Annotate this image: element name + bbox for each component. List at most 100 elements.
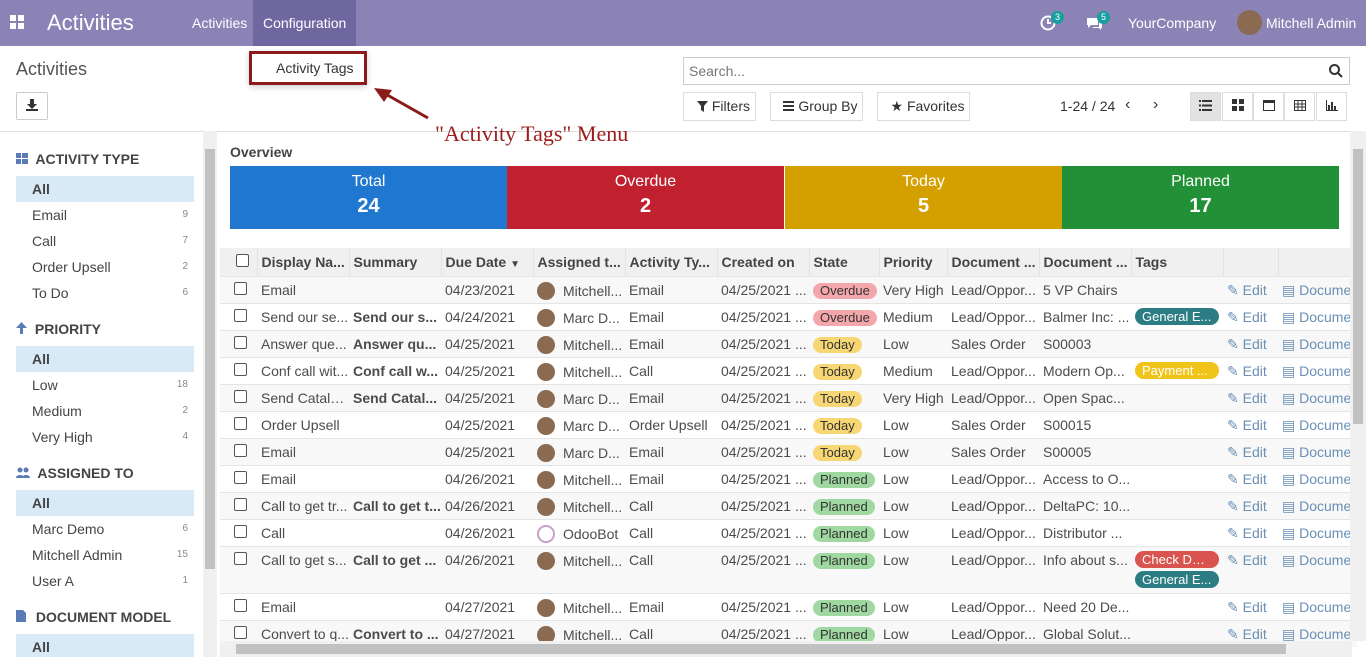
user-menu[interactable]: Mitchell Admin — [1266, 0, 1356, 46]
col-tags[interactable]: Tags — [1131, 248, 1224, 276]
col-assigned-to[interactable]: Assigned t... — [533, 248, 626, 276]
dropdown-item-activity-tags[interactable]: Activity Tags — [276, 60, 354, 76]
row-checkbox[interactable] — [220, 357, 257, 384]
edit-button[interactable]: ✎ Edit — [1223, 519, 1278, 546]
document-button[interactable]: ▤ Docume — [1278, 276, 1358, 303]
overview-planned-card[interactable]: Planned 17 — [1062, 166, 1339, 229]
table-row[interactable]: Order Upsell 04/25/2021 Marc D... Order Ups… — [220, 411, 1358, 438]
table-row[interactable]: Call to get tr... Call to get t... 04/26/2… — [220, 492, 1358, 519]
filter-assigned-marc-demo[interactable]: Marc Demo 6 — [16, 516, 194, 542]
filter-priority-very-high[interactable]: Very High 4 — [16, 424, 194, 450]
table-row[interactable]: Email 04/23/2021 Mitchell... Email 04/25/202… — [220, 276, 1358, 303]
document-button[interactable]: ▤ Docume — [1278, 492, 1358, 519]
document-button[interactable]: ▤ Docume — [1278, 546, 1358, 593]
edit-button[interactable]: ✎ Edit — [1223, 492, 1278, 519]
sidebar-scrollbar[interactable] — [203, 131, 217, 657]
list-view-icon[interactable] — [1190, 92, 1221, 121]
pager-previous-icon[interactable]: ‹ — [1125, 96, 1130, 114]
table-row[interactable]: Conf call wit... Conf call w... 04/25/2021… — [220, 357, 1358, 384]
pager-next-icon[interactable]: › — [1153, 96, 1158, 114]
filter-type-order-upsell[interactable]: Order Upsell 2 — [16, 254, 194, 280]
table-row[interactable]: Email 04/27/2021 Mitchell... Email 04/25/202… — [220, 593, 1358, 620]
search-input[interactable] — [684, 58, 1304, 84]
row-checkbox[interactable] — [220, 593, 257, 620]
pager-value[interactable]: 1-24 / 24 — [1060, 98, 1115, 114]
document-button[interactable]: ▤ Docume — [1278, 593, 1358, 620]
row-checkbox[interactable] — [220, 411, 257, 438]
col-document-model[interactable]: Document ... — [947, 248, 1040, 276]
menu-activities[interactable]: Activities — [182, 0, 257, 46]
filter-model-all[interactable]: All — [16, 634, 194, 657]
filter-type-all[interactable]: All — [16, 176, 194, 202]
edit-button[interactable]: ✎ Edit — [1223, 593, 1278, 620]
col-summary[interactable]: Summary — [349, 248, 442, 276]
edit-button[interactable]: ✎ Edit — [1223, 330, 1278, 357]
col-display-name[interactable]: Display Na... — [257, 248, 350, 276]
table-row[interactable]: Answer que... Answer qu... 04/25/2021 Mitch… — [220, 330, 1358, 357]
row-checkbox[interactable] — [220, 384, 257, 411]
row-checkbox[interactable] — [220, 330, 257, 357]
document-button[interactable]: ▤ Docume — [1278, 330, 1358, 357]
filter-type-to-do[interactable]: To Do 6 — [16, 280, 194, 306]
col-priority[interactable]: Priority — [879, 248, 948, 276]
groupby-button[interactable]: Group By — [770, 92, 863, 121]
edit-button[interactable]: ✎ Edit — [1223, 276, 1278, 303]
filter-assigned-mitchell-admin[interactable]: Mitchell Admin 15 — [16, 542, 194, 568]
document-button[interactable]: ▤ Docume — [1278, 438, 1358, 465]
apps-grid-icon[interactable] — [10, 15, 24, 29]
row-checkbox[interactable] — [220, 465, 257, 492]
table-row[interactable]: Call 04/26/2021 OdooBot Call 04/25/2021 ... P… — [220, 519, 1358, 546]
filters-button[interactable]: Filters — [683, 92, 756, 121]
edit-button[interactable]: ✎ Edit — [1223, 465, 1278, 492]
edit-button[interactable]: ✎ Edit — [1223, 303, 1278, 330]
col-activity-type[interactable]: Activity Ty... — [625, 248, 718, 276]
main-vertical-scrollbar[interactable] — [1350, 131, 1366, 641]
col-document-name[interactable]: Document ... — [1039, 248, 1132, 276]
edit-button[interactable]: ✎ Edit — [1223, 438, 1278, 465]
document-button[interactable]: ▤ Docume — [1278, 357, 1358, 384]
table-row[interactable]: Email 04/26/2021 Mitchell... Email 04/25/202… — [220, 465, 1358, 492]
calendar-view-icon[interactable] — [1253, 92, 1284, 121]
col-created-on[interactable]: Created on — [717, 248, 810, 276]
favorites-button[interactable]: ★ Favorites — [877, 92, 970, 121]
row-checkbox[interactable] — [220, 438, 257, 465]
filter-type-call[interactable]: Call 7 — [16, 228, 194, 254]
overview-overdue-card[interactable]: Overdue 2 — [507, 166, 784, 229]
menu-configuration[interactable]: Configuration — [253, 0, 357, 46]
overview-total-card[interactable]: Total 24 — [230, 166, 507, 229]
edit-button[interactable]: ✎ Edit — [1223, 411, 1278, 438]
row-checkbox[interactable] — [220, 519, 257, 546]
row-checkbox[interactable] — [220, 546, 257, 593]
document-button[interactable]: ▤ Docume — [1278, 465, 1358, 492]
filter-priority-medium[interactable]: Medium 2 — [16, 398, 194, 424]
col-due-date[interactable]: Due Date ▼ — [441, 248, 534, 276]
pivot-view-icon[interactable] — [1284, 92, 1315, 121]
row-checkbox[interactable] — [220, 492, 257, 519]
table-row[interactable]: Call to get s... Call to get ... 04/26/202… — [220, 546, 1358, 593]
edit-button[interactable]: ✎ Edit — [1223, 357, 1278, 384]
company-switcher[interactable]: YourCompany — [1128, 0, 1216, 46]
filter-assigned-user-a[interactable]: User A1 — [16, 568, 194, 594]
select-all-checkbox[interactable] — [220, 248, 258, 276]
document-button[interactable]: ▤ Docume — [1278, 519, 1358, 546]
document-button[interactable]: ▤ Docume — [1278, 303, 1358, 330]
export-button[interactable] — [16, 92, 48, 120]
filter-type-email[interactable]: Email 9 — [16, 202, 194, 228]
table-row[interactable]: Send our se... Send our s... 04/24/2021 Mar… — [220, 303, 1358, 330]
search-icon[interactable] — [1329, 64, 1343, 78]
table-row[interactable]: Send Catalo... Send Catal... 04/25/2021 Mar… — [220, 384, 1358, 411]
overview-today-card[interactable]: Today 5 — [785, 166, 1062, 229]
col-state[interactable]: State — [809, 248, 880, 276]
app-brand[interactable]: Activities — [47, 10, 134, 36]
document-button[interactable]: ▤ Docume — [1278, 411, 1358, 438]
kanban-view-icon[interactable] — [1222, 92, 1253, 121]
filter-priority-low[interactable]: Low 18 — [16, 372, 194, 398]
main-horizontal-scrollbar[interactable] — [220, 641, 1352, 657]
document-button[interactable]: ▤ Docume — [1278, 384, 1358, 411]
row-checkbox[interactable] — [220, 276, 257, 303]
filter-assigned-all[interactable]: All — [16, 490, 194, 516]
edit-button[interactable]: ✎ Edit — [1223, 384, 1278, 411]
filter-priority-all[interactable]: All — [16, 346, 194, 372]
edit-button[interactable]: ✎ Edit — [1223, 546, 1278, 593]
user-avatar[interactable] — [1237, 10, 1262, 35]
